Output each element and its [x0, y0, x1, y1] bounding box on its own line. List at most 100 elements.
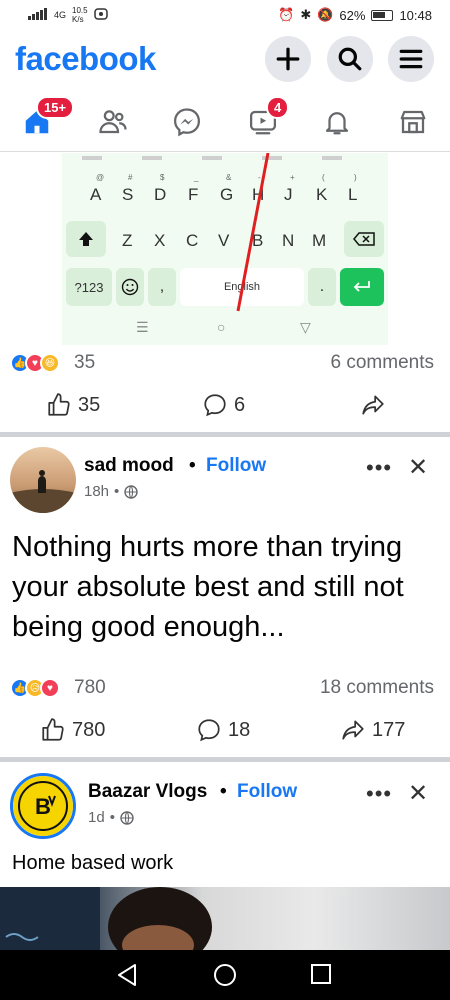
post1-comment-button[interactable]: 6 [202, 392, 245, 418]
period-key[interactable]: . [308, 268, 336, 306]
post3-close-icon[interactable]: ✕ [408, 779, 428, 808]
battery-percent: 62% [339, 7, 366, 23]
keyboard-row-asdf: A S D F G H J K L @ # $ _ & - + ( ) [62, 169, 388, 213]
post3-avatar[interactable]: B [10, 773, 76, 839]
friends-icon [99, 110, 127, 134]
post1-reaction-count[interactable]: 35 [74, 352, 95, 374]
key-l[interactable]: L [348, 185, 357, 205]
alarm-icon: ⏰ [278, 7, 295, 22]
battery-icon [371, 9, 394, 21]
bell-icon [325, 112, 349, 135]
key-n[interactable]: N [282, 231, 294, 251]
post2-close-icon[interactable]: ✕ [408, 453, 428, 482]
post3-header: B Baazar Vlogs • Follow 1d • ••• ✕ [0, 773, 450, 843]
red-stroke-annotation [236, 153, 270, 312]
shift-icon [79, 232, 93, 246]
love-reaction-icon: ♥ [40, 678, 60, 698]
backspace-key[interactable] [344, 221, 384, 257]
key-j[interactable]: J [284, 185, 293, 205]
post2-like-count: 780 [72, 718, 106, 741]
post2-actions: 780 18 177 [0, 711, 450, 751]
post1-reactions[interactable]: 👍 ♥ 😆 35 6 comments [0, 349, 450, 379]
post2-comments-count[interactable]: 18 comments [320, 677, 434, 699]
tab-friends[interactable] [88, 100, 138, 144]
comma-key[interactable]: , [148, 268, 176, 306]
post3-follow-button[interactable]: Follow [237, 781, 297, 803]
post2-reactions[interactable]: 👍 😥 ♥ 780 18 comments [0, 674, 450, 704]
key-a-hint: @ [96, 173, 105, 182]
post1-actions: 35 6 [0, 386, 450, 426]
bluetooth-icon: ✱ [300, 7, 312, 22]
key-v[interactable]: V [218, 231, 229, 251]
back-icon[interactable] [116, 963, 138, 987]
key-f-hint: _ [194, 173, 199, 182]
key-x[interactable]: X [154, 231, 165, 251]
post2-like-button[interactable]: 780 [40, 717, 105, 743]
post2-time[interactable]: 18h [84, 483, 109, 500]
post2-more-icon[interactable]: ••• [366, 455, 392, 481]
post2-comment-button[interactable]: 18 [196, 717, 250, 743]
key-k-hint: ( [322, 173, 325, 182]
key-j-hint: + [290, 173, 295, 182]
keyboard-row-zxcv: Z X C V B N M [62, 221, 388, 261]
reaction-icons: 👍 ♥ 😆 [10, 353, 60, 373]
post1-comments-count[interactable]: 6 comments [331, 352, 434, 374]
tab-bar: 15+ 4 [0, 92, 450, 152]
key-d[interactable]: D [154, 185, 166, 205]
search-button[interactable] [327, 36, 373, 82]
status-bar: 4G 10.5 K/s ⏰ ✱ 🔕 62% 10:48 [0, 0, 450, 32]
thumbs-up-icon [48, 393, 70, 416]
key-z[interactable]: Z [122, 231, 132, 251]
post-image-keyboard[interactable]: A S D F G H J K L @ # $ _ & - + ( ) Z X … [62, 153, 388, 345]
tab-marketplace[interactable] [388, 100, 438, 144]
post1-like-count: 35 [78, 393, 101, 416]
post1-like-button[interactable]: 35 [46, 392, 100, 418]
post3-more-icon[interactable]: ••• [366, 781, 392, 807]
facebook-logo[interactable]: facebook [15, 40, 156, 78]
tab-notifications[interactable] [312, 100, 362, 144]
post3-author[interactable]: Baazar Vlogs [88, 781, 207, 803]
recents-icon[interactable] [310, 963, 332, 985]
emoji-key[interactable] [116, 268, 144, 306]
post2-follow-button[interactable]: Follow [206, 455, 266, 477]
create-button[interactable] [265, 36, 311, 82]
keyboard-menu-icon: ☰ [136, 319, 149, 335]
haha-reaction-icon: 😆 [40, 353, 60, 373]
post2-reaction-count[interactable]: 780 [74, 677, 106, 699]
video-badge: 4 [266, 96, 290, 119]
network-label: 4G [54, 10, 67, 20]
search-icon [338, 47, 362, 71]
key-c[interactable]: C [186, 231, 198, 251]
post2-share-count: 177 [372, 718, 406, 741]
tab-video[interactable]: 4 [238, 96, 290, 144]
key-f[interactable]: F [188, 185, 198, 205]
key-l-hint: ) [354, 173, 357, 182]
tab-home[interactable]: 15+ [12, 96, 75, 144]
post3-time[interactable]: 1d [88, 809, 105, 826]
key-a[interactable]: A [90, 185, 101, 205]
keyboard-row-bottom: ?123 , English . [62, 268, 388, 310]
post1-share-button[interactable] [360, 392, 386, 418]
key-k[interactable]: K [316, 185, 327, 205]
dot-separator: • [220, 781, 227, 802]
keyboard-top-row [62, 153, 388, 163]
post3-image[interactable] [0, 887, 450, 950]
app-header: facebook [0, 32, 450, 90]
post-divider [0, 757, 450, 762]
backspace-icon [353, 232, 375, 246]
menu-button[interactable] [388, 36, 434, 82]
key-s[interactable]: S [122, 185, 133, 205]
shift-key[interactable] [66, 221, 106, 257]
tab-messenger[interactable] [162, 100, 212, 144]
enter-key[interactable] [340, 268, 384, 306]
home-circle-icon[interactable] [213, 963, 237, 987]
post2-avatar[interactable] [10, 447, 76, 513]
mute-icon: 🔕 [317, 7, 334, 22]
symbols-key[interactable]: ?123 [66, 268, 112, 306]
key-m[interactable]: M [312, 231, 326, 251]
post2-header: sad mood • Follow 18h • ••• ✕ [0, 447, 450, 517]
status-right: ⏰ ✱ 🔕 62% 10:48 [278, 7, 432, 23]
post2-share-button[interactable]: 177 [340, 717, 405, 743]
post2-author[interactable]: sad mood [84, 455, 174, 477]
thumbs-up-icon [42, 718, 64, 741]
